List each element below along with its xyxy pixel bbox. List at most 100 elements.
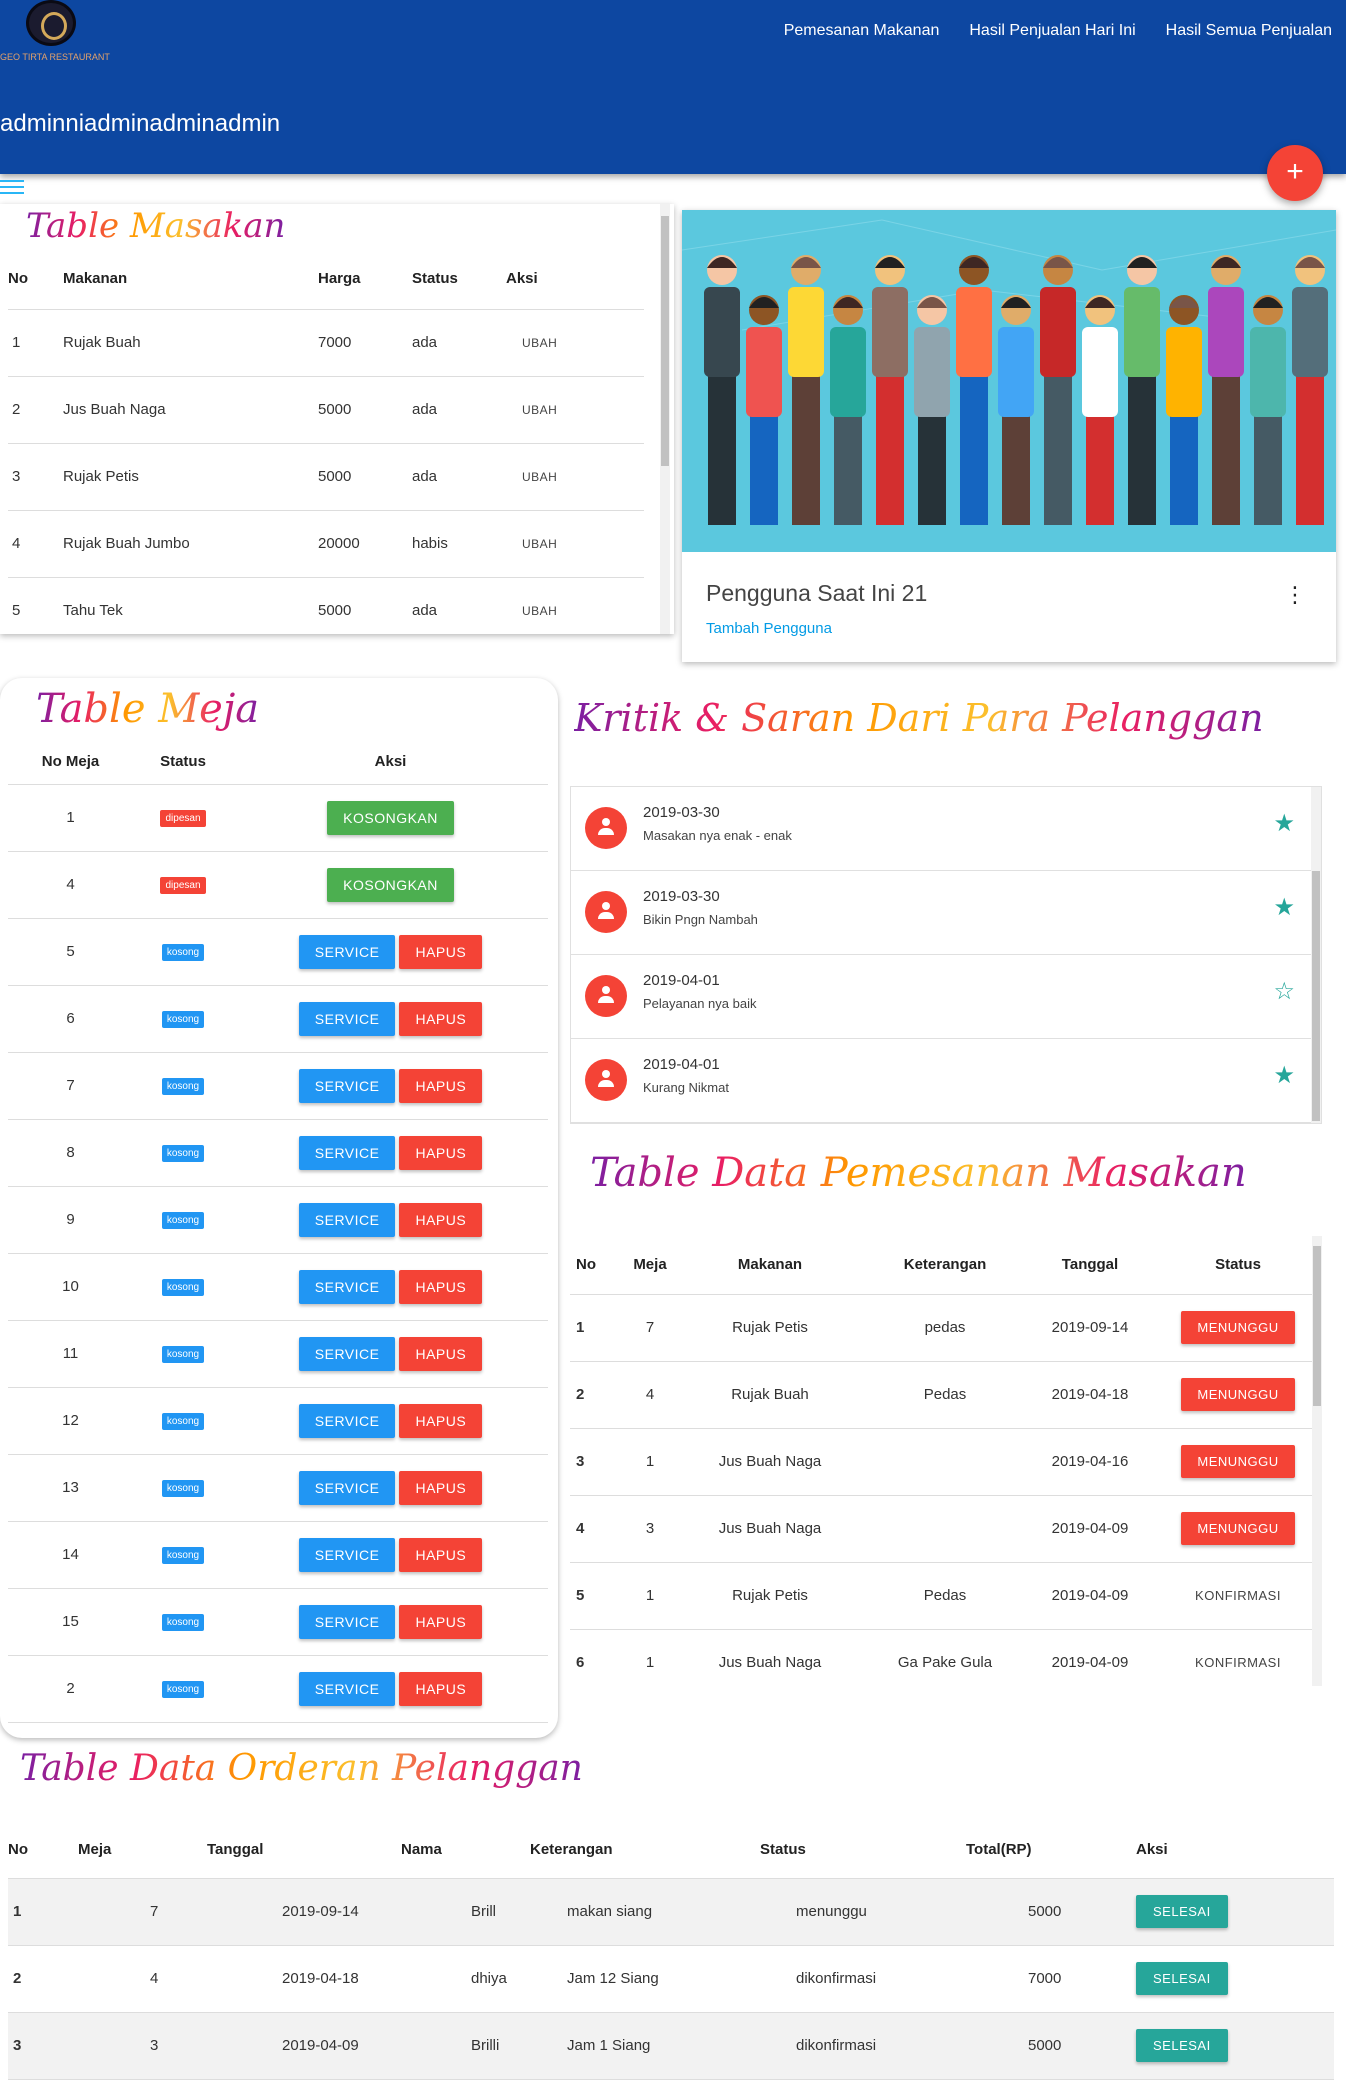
service-button[interactable]: SERVICE [298, 1604, 396, 1639]
table-row: 4 3 Jus Buah Naga 2019-04-09 MENUNGGU [570, 1495, 1316, 1563]
selesai-button[interactable]: SELESAI [1136, 1895, 1228, 1928]
service-button[interactable]: SERVICE [298, 1403, 396, 1438]
masakan-scrollbar[interactable] [660, 204, 670, 634]
cell-status: habis [412, 510, 506, 578]
order-panel: No Meja Tanggal Nama Keterangan Status T… [8, 1822, 1334, 2080]
table-row: 12 kosong SERVICE HAPUS [8, 1387, 548, 1455]
cell-status: kosong [133, 1387, 233, 1455]
service-button[interactable]: SERVICE [298, 1336, 396, 1371]
order-title: Table Data Orderan Pelanggan [20, 1748, 583, 1789]
pemesanan-table: No Meja Makanan Keterangan Tanggal Statu… [570, 1236, 1316, 1686]
table-row: 4 Rujak Buah Jumbo 20000 habis UBAH [8, 510, 644, 578]
tambah-pengguna-link[interactable]: Tambah Pengguna [706, 620, 832, 637]
cell-nama: Brill [401, 1878, 530, 1946]
cell-no-meja: 7 [8, 1052, 133, 1120]
table-row: 3 1 Jus Buah Naga 2019-04-16 MENUNGGU [570, 1428, 1316, 1496]
nav-link-pemesanan[interactable]: Pemesanan Makanan [784, 22, 940, 40]
cell-harga: 5000 [318, 376, 412, 444]
cell-aksi: KOSONGKAN [233, 784, 548, 852]
cell-no: 1 [570, 1294, 630, 1362]
add-fab-button[interactable]: + [1267, 145, 1323, 201]
hapus-button[interactable]: HAPUS [399, 1269, 483, 1304]
service-button[interactable]: SERVICE [298, 1269, 396, 1304]
table-row: 14 kosong SERVICE HAPUS [8, 1521, 548, 1589]
ubah-button[interactable]: UBAH [522, 403, 557, 417]
more-vert-icon[interactable]: ⋮ [1284, 582, 1306, 608]
selesai-button[interactable]: SELESAI [1136, 2029, 1228, 2062]
pengguna-count: Pengguna Saat Ini 21 [706, 580, 928, 606]
cell-total: 5000 [966, 2012, 1136, 2080]
nav-link-hasil-hari-ini[interactable]: Hasil Penjualan Hari Ini [969, 22, 1135, 40]
cell-aksi: SERVICE HAPUS [233, 918, 548, 986]
cell-no-meja: 10 [8, 1253, 133, 1321]
cell-status: KONFIRMASI [1160, 1562, 1316, 1630]
star-icon[interactable]: ★ [1273, 809, 1295, 838]
nav-link-hasil-semua[interactable]: Hasil Semua Penjualan [1166, 22, 1332, 40]
hapus-button[interactable]: HAPUS [399, 934, 483, 969]
col-header: Tanggal [207, 1822, 401, 1879]
pemesanan-scrollbar[interactable] [1312, 1236, 1322, 1686]
konfirmasi-button[interactable]: KONFIRMASI [1195, 1588, 1281, 1603]
ubah-button[interactable]: UBAH [522, 604, 557, 618]
hapus-button[interactable]: HAPUS [399, 1470, 483, 1505]
table-row: 1 dipesan KOSONGKAN [8, 784, 548, 852]
menunggu-button[interactable]: MENUNGGU [1181, 1445, 1295, 1478]
hapus-button[interactable]: HAPUS [399, 1671, 483, 1706]
kritik-scrollbar[interactable] [1311, 787, 1321, 1123]
kritik-item: 2019-03-30 Masakan nya enak - enak ★ [571, 787, 1317, 871]
status-badge: dipesan [160, 877, 206, 894]
cell-meja: 4 [630, 1361, 670, 1429]
menu-icon[interactable] [0, 180, 24, 196]
cell-status: ada [412, 443, 506, 511]
hapus-button[interactable]: HAPUS [399, 1604, 483, 1639]
kosongkan-button[interactable]: KOSONGKAN [327, 867, 454, 902]
menunggu-button[interactable]: MENUNGGU [1181, 1378, 1295, 1411]
col-header: No [8, 1822, 78, 1879]
service-button[interactable]: SERVICE [298, 1135, 396, 1170]
cell-no: 5 [570, 1562, 630, 1630]
hapus-button[interactable]: HAPUS [399, 1001, 483, 1036]
cell-no: 5 [8, 577, 63, 634]
service-button[interactable]: SERVICE [298, 1068, 396, 1103]
service-button[interactable]: SERVICE [298, 1671, 396, 1706]
hapus-button[interactable]: HAPUS [399, 1537, 483, 1572]
service-button[interactable]: SERVICE [298, 1202, 396, 1237]
cell-no-meja: 1 [8, 784, 133, 852]
cell-aksi: SERVICE HAPUS [233, 1521, 548, 1589]
star-outline-icon[interactable]: ☆ [1273, 977, 1295, 1006]
service-button[interactable]: SERVICE [298, 1001, 396, 1036]
cell-makanan: Rujak Petis [63, 443, 318, 511]
cell-status: dipesan [133, 784, 233, 852]
service-button[interactable]: SERVICE [298, 1537, 396, 1572]
hapus-button[interactable]: HAPUS [399, 1202, 483, 1237]
service-button[interactable]: SERVICE [298, 934, 396, 969]
meja-card: Table Meja No Meja Status Aksi 1 dipesan K… [0, 678, 558, 1738]
brand-logo[interactable]: GEO TIRTA RESTAURANT [0, 0, 110, 64]
star-icon[interactable]: ★ [1273, 1061, 1295, 1090]
hapus-button[interactable]: HAPUS [399, 1336, 483, 1371]
kosongkan-button[interactable]: KOSONGKAN [327, 800, 454, 835]
table-row: 6 kosong SERVICE HAPUS [8, 985, 548, 1053]
hapus-button[interactable]: HAPUS [399, 1068, 483, 1103]
selesai-button[interactable]: SELESAI [1136, 1962, 1228, 1995]
table-row: 11 kosong SERVICE HAPUS [8, 1320, 548, 1388]
star-icon[interactable]: ★ [1273, 893, 1295, 922]
col-header: No [8, 249, 63, 310]
konfirmasi-button[interactable]: KONFIRMASI [1195, 1655, 1281, 1670]
service-button[interactable]: SERVICE [298, 1470, 396, 1505]
table-row: 2 4 2019-04-18 dhiya Jam 12 Siang dikonfirmas… [8, 1945, 1334, 2013]
cell-no-meja: 4 [8, 851, 133, 919]
cell-status: ada [412, 577, 506, 634]
person-avatar-icon [585, 891, 627, 933]
ubah-button[interactable]: UBAH [522, 336, 557, 350]
menunggu-button[interactable]: MENUNGGU [1181, 1512, 1295, 1545]
hapus-button[interactable]: HAPUS [399, 1135, 483, 1170]
cell-no-meja: 5 [8, 918, 133, 986]
col-header: Keterangan [870, 1236, 1020, 1295]
hapus-button[interactable]: HAPUS [399, 1403, 483, 1438]
status-badge: kosong [161, 1614, 205, 1631]
cell-makanan: Jus Buah Naga [670, 1495, 870, 1563]
menunggu-button[interactable]: MENUNGGU [1181, 1311, 1295, 1344]
ubah-button[interactable]: UBAH [522, 537, 557, 551]
ubah-button[interactable]: UBAH [522, 470, 557, 484]
